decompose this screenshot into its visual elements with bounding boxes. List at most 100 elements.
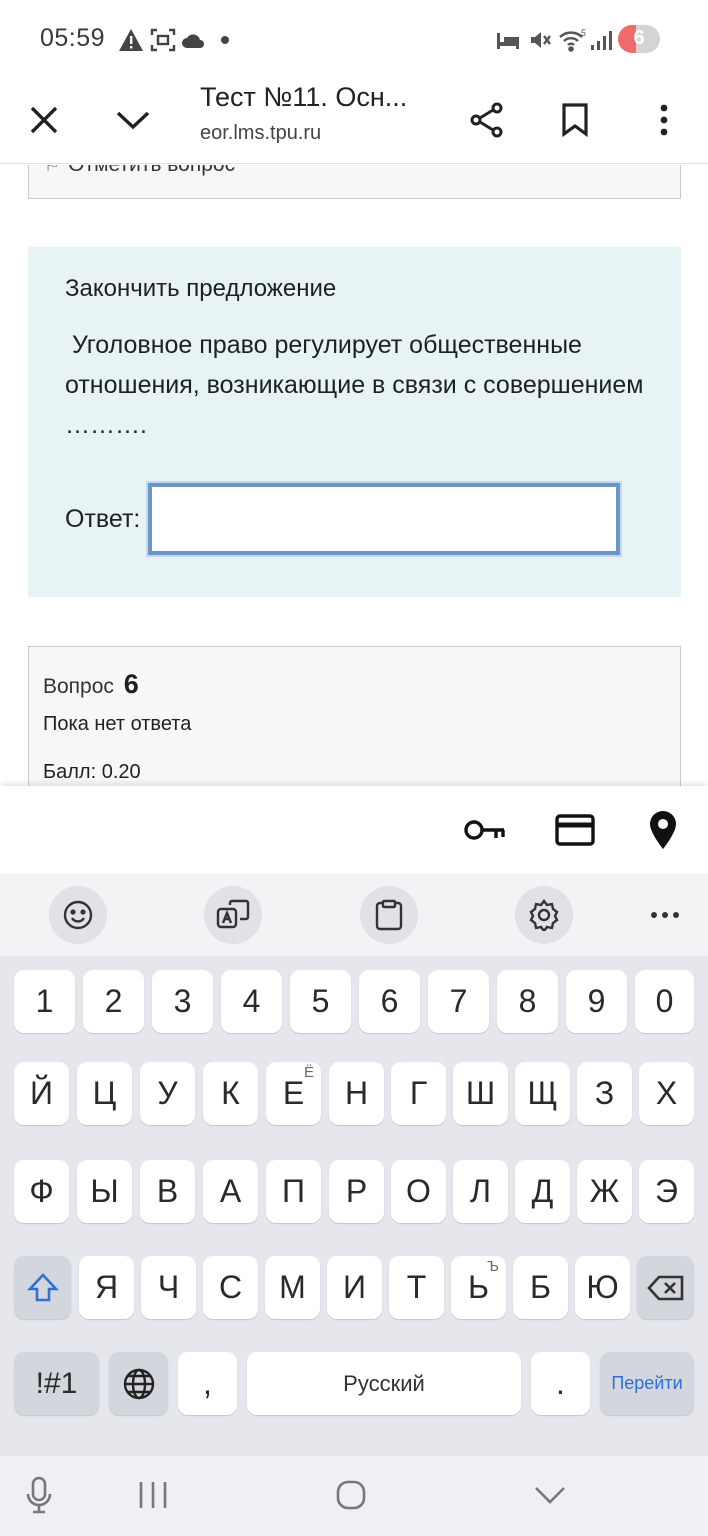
key-г[interactable]: Г [391, 1062, 446, 1125]
answer-input[interactable] [146, 481, 622, 557]
key-х[interactable]: Х [639, 1062, 694, 1125]
key-н[interactable]: Н [329, 1062, 384, 1125]
key-л[interactable]: Л [453, 1160, 508, 1223]
comma-key[interactable]: , [178, 1352, 237, 1415]
key-т[interactable]: Т [389, 1256, 444, 1319]
soft-keyboard: 1 2 3 4 5 6 7 8 9 0 Й Ц У К Е Ё Н Г Ш Щ … [0, 874, 708, 1536]
warning-icon [118, 26, 144, 54]
keyboard-toolbar [0, 874, 708, 956]
mute-icon [528, 26, 552, 54]
bookmark-icon[interactable] [545, 90, 605, 150]
flag-icon: ⚐ [44, 165, 61, 175]
question-text: Уголовное право регулирует общественные … [65, 331, 651, 439]
key-у[interactable]: У [140, 1062, 195, 1125]
space-key[interactable]: Русский [247, 1352, 521, 1415]
key-е[interactable]: Е Ё [266, 1062, 321, 1125]
key-и[interactable]: И [327, 1256, 382, 1319]
wifi-5g-icon: 5 [558, 26, 590, 54]
credit-card-icon[interactable] [553, 808, 597, 852]
shift-icon [26, 1272, 59, 1301]
key-3[interactable]: 3 [152, 970, 213, 1033]
key-о[interactable]: О [391, 1160, 446, 1223]
key-ч[interactable]: Ч [141, 1256, 196, 1319]
key-э[interactable]: Э [639, 1160, 694, 1223]
key-в[interactable]: В [140, 1160, 195, 1223]
sleep-icon [496, 26, 520, 54]
key-п[interactable]: П [266, 1160, 321, 1223]
custom-tab-toolbar: Тест №11. Осн... eor.lms.tpu.ru [0, 76, 708, 164]
page-content: ⚐ Отметить вопрос Закончить предложение У… [0, 165, 708, 786]
key-м[interactable]: М [265, 1256, 320, 1319]
page-url[interactable]: eor.lms.tpu.ru [200, 122, 321, 145]
clock: 05:59 [40, 24, 106, 52]
key-ж[interactable]: Ж [577, 1160, 632, 1223]
more-vert-icon[interactable] [634, 90, 694, 150]
key-0[interactable]: 0 [635, 970, 694, 1033]
period-key[interactable]: . [531, 1352, 590, 1415]
key-й[interactable]: Й [14, 1062, 69, 1125]
answer-label: Ответ: [65, 505, 141, 533]
key-с[interactable]: С [203, 1256, 258, 1319]
key-б[interactable]: Б [513, 1256, 568, 1319]
hide-keyboard-icon[interactable] [532, 1474, 568, 1516]
shift-key[interactable] [14, 1256, 71, 1319]
question-header: Закончить предложение [65, 275, 337, 302]
location-pin-icon[interactable] [641, 808, 685, 852]
autofill-bar [0, 786, 708, 874]
go-key[interactable]: Перейти [600, 1352, 694, 1415]
key-4[interactable]: 4 [221, 970, 282, 1033]
question-number-label: Вопрос 6 [43, 669, 139, 700]
flag-question-link[interactable]: ⚐ Отметить вопрос [44, 165, 235, 177]
key-5[interactable]: 5 [290, 970, 351, 1033]
keyboard-keys: 1 2 3 4 5 6 7 8 9 0 Й Ц У К Е Ё Н Г Ш Щ … [0, 956, 708, 1456]
key-ю[interactable]: Ю [575, 1256, 630, 1319]
cloud-icon [180, 26, 206, 54]
more-horiz-icon[interactable] [650, 906, 680, 924]
question-number: 6 [123, 669, 139, 699]
key-icon[interactable] [463, 808, 507, 852]
page-title[interactable]: Тест №11. Осн... [200, 82, 430, 113]
key-1[interactable]: 1 [14, 970, 75, 1033]
chevron-down-icon[interactable] [103, 90, 163, 150]
question-box: Закончить предложение Уголовное право ре… [28, 247, 681, 597]
svg-text:5: 5 [581, 28, 586, 38]
status-bar: 05:59 5 6 [0, 0, 708, 76]
key-р[interactable]: Р [329, 1160, 384, 1223]
key-д[interactable]: Д [515, 1160, 570, 1223]
symbols-key[interactable]: !#1 [14, 1352, 99, 1415]
key-8[interactable]: 8 [497, 970, 558, 1033]
backspace-icon [646, 1275, 683, 1300]
key-7[interactable]: 7 [428, 970, 489, 1033]
translate-icon[interactable] [204, 886, 262, 944]
key-ь-label: Ь [468, 1269, 489, 1305]
key-а[interactable]: А [203, 1160, 258, 1223]
key-з[interactable]: З [577, 1062, 632, 1125]
key-9[interactable]: 9 [566, 970, 627, 1033]
key-2[interactable]: 2 [83, 970, 144, 1033]
share-icon[interactable] [457, 90, 517, 150]
key-к[interactable]: К [203, 1062, 258, 1125]
key-ы[interactable]: Ы [77, 1160, 132, 1223]
key-е-label: Е [282, 1075, 305, 1111]
close-icon[interactable] [14, 90, 74, 150]
navigation-bar [0, 1456, 708, 1536]
backspace-key[interactable] [637, 1256, 694, 1319]
emoji-icon[interactable] [49, 886, 107, 944]
key-ц[interactable]: Ц [77, 1062, 132, 1125]
microphone-icon[interactable] [22, 1474, 56, 1516]
signal-icon [590, 26, 612, 54]
key-ф[interactable]: Ф [14, 1160, 69, 1223]
home-icon[interactable] [333, 1474, 369, 1516]
key-ш[interactable]: Ш [453, 1062, 508, 1125]
question-word: Вопрос [43, 675, 114, 698]
battery-level: 6 [633, 27, 645, 49]
settings-icon[interactable] [515, 886, 573, 944]
key-я[interactable]: Я [79, 1256, 134, 1319]
recent-apps-icon[interactable] [135, 1474, 171, 1516]
key-щ[interactable]: Щ [515, 1062, 570, 1125]
clipboard-icon[interactable] [360, 886, 418, 944]
key-6[interactable]: 6 [359, 970, 420, 1033]
language-key[interactable] [109, 1352, 168, 1415]
screenshot-icon [150, 26, 176, 54]
key-ь[interactable]: Ь Ъ [451, 1256, 506, 1319]
